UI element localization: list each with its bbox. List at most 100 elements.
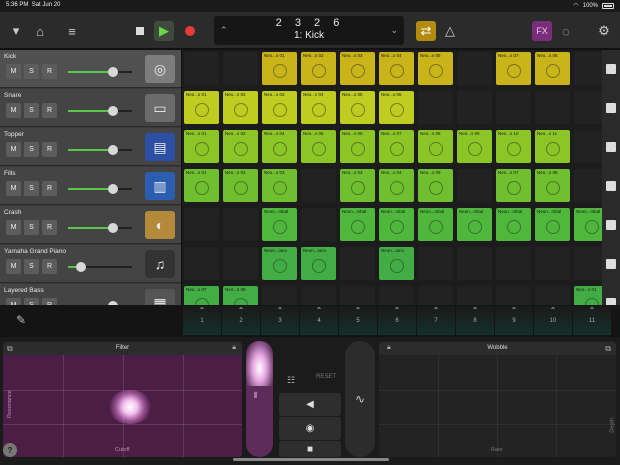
loop-cell[interactable]: Neo...s 05 — [418, 52, 453, 85]
row-trigger-button[interactable] — [606, 64, 616, 74]
track-header[interactable]: Topper M S R ▤ — [0, 128, 181, 166]
loop-cell[interactable]: Neo...s 03 — [262, 91, 297, 124]
loop-cell[interactable]: Neo...s 07 — [184, 286, 219, 305]
record-button[interactable] — [180, 21, 200, 41]
column-trigger[interactable]: ⌃ 7 — [417, 306, 455, 335]
snare-drum-icon[interactable]: ▭ — [145, 94, 175, 122]
volume-slider[interactable] — [68, 262, 132, 272]
loop-cell[interactable]: Neo...s 08 — [535, 169, 570, 202]
solo-button[interactable]: S — [24, 142, 39, 157]
row-trigger-button[interactable] — [606, 142, 616, 152]
mute-button[interactable]: M — [6, 64, 21, 79]
scratch-button[interactable]: ◉ — [279, 417, 341, 440]
empty-cell[interactable] — [496, 247, 531, 280]
volume-knob[interactable] — [75, 262, 86, 272]
metronome-icon[interactable]: △ — [440, 21, 460, 41]
mute-button[interactable]: M — [6, 103, 21, 118]
lock-icon[interactable]: 🔒︎ — [232, 344, 236, 352]
volume-knob[interactable] — [107, 184, 118, 194]
chevron-down-icon[interactable]: ⌄ — [390, 25, 398, 36]
empty-cell[interactable] — [535, 286, 570, 305]
loop-cell[interactable]: Neo...s 02 — [223, 169, 258, 202]
empty-cell[interactable] — [574, 91, 602, 124]
solo-button[interactable]: S — [24, 220, 39, 235]
loop-button[interactable]: ⇄ — [416, 21, 436, 41]
column-trigger[interactable]: ⌃ 5 — [339, 306, 377, 335]
empty-cell[interactable] — [184, 247, 219, 280]
loop-cell[interactable]: Neo...s 02 — [223, 91, 258, 124]
empty-cell[interactable] — [184, 52, 219, 85]
solo-button[interactable]: S — [24, 103, 39, 118]
wave-selector[interactable]: ∿ — [345, 341, 375, 457]
browser-icon[interactable]: ⌂ — [30, 21, 50, 41]
empty-cell[interactable] — [418, 286, 453, 305]
loop-cell[interactable]: Neo...s 08 — [535, 52, 570, 85]
empty-cell[interactable] — [574, 247, 602, 280]
loop-cell[interactable]: Neon...iano — [262, 247, 297, 280]
loop-cell[interactable]: Neon...mbal — [418, 208, 453, 241]
lcd-display[interactable]: ⌃ 2 3 2 6 1: Kick ⌄ — [214, 16, 404, 45]
loop-cell[interactable]: Neo...s 02 — [223, 130, 258, 163]
empty-cell[interactable] — [262, 286, 297, 305]
drum-kit-icon[interactable]: ◎ — [145, 55, 175, 83]
loop-cell[interactable]: Neo...s 06 — [379, 91, 414, 124]
loop-cell[interactable]: Neon...iano — [301, 247, 336, 280]
lock-icon[interactable]: 🔒︎ — [387, 344, 391, 352]
empty-cell[interactable] — [418, 247, 453, 280]
loop-cell[interactable]: Neo...s 03 — [262, 169, 297, 202]
loop-cell[interactable]: Neo...s 05 — [301, 130, 336, 163]
column-trigger[interactable]: ⌃ 1 — [183, 306, 221, 335]
loop-cell[interactable]: Neo...s 07 — [496, 169, 531, 202]
wobble-xy-pad[interactable]: Wobble 🔒︎ ⧉ Depth Rate — [379, 342, 616, 457]
empty-cell[interactable] — [340, 247, 375, 280]
loop-cell[interactable]: Neo...s 01 — [184, 91, 219, 124]
empty-cell[interactable] — [574, 169, 602, 202]
empty-cell[interactable] — [496, 91, 531, 124]
mute-button[interactable]: M — [6, 181, 21, 196]
empty-cell[interactable] — [496, 286, 531, 305]
reset-button[interactable]: RESET — [316, 374, 336, 380]
cymbal-icon[interactable]: ◐ — [145, 211, 175, 239]
loop-cell[interactable]: Neo...s 01 — [262, 52, 297, 85]
loop-cell[interactable]: Neo...s 11 — [535, 130, 570, 163]
volume-knob[interactable] — [107, 223, 118, 233]
column-trigger[interactable]: ⌃ 4 — [300, 306, 338, 335]
mixer-icon[interactable]: ≡ — [62, 21, 82, 41]
loop-cell[interactable]: Neo...s 08 — [223, 286, 258, 305]
loop-cell[interactable]: Neo...s 05 — [418, 169, 453, 202]
volume-knob[interactable] — [107, 145, 118, 155]
edit-icon[interactable]: ✎ — [16, 313, 26, 327]
loop-cell[interactable]: Neo...s 01 — [574, 286, 602, 305]
loop-cell[interactable]: Neo...s 04 — [301, 91, 336, 124]
empty-cell[interactable] — [418, 91, 453, 124]
record-enable-button[interactable]: R — [42, 181, 57, 196]
solo-button[interactable]: S — [24, 259, 39, 274]
volume-slider[interactable] — [68, 67, 132, 77]
column-trigger[interactable]: ⌃ 2 — [222, 306, 260, 335]
column-trigger[interactable]: ⌃ 11 — [573, 306, 611, 335]
track-header[interactable]: Snare M S R ▭ — [0, 89, 181, 127]
loop-cell[interactable]: Neo...s 10 — [496, 130, 531, 163]
solo-button[interactable]: S — [24, 64, 39, 79]
record-enable-button[interactable]: R — [42, 64, 57, 79]
empty-cell[interactable] — [457, 169, 492, 202]
empty-cell[interactable] — [457, 247, 492, 280]
record-enable-button[interactable]: R — [42, 142, 57, 157]
play-button[interactable]: ▶ — [154, 21, 174, 41]
empty-cell[interactable] — [457, 52, 492, 85]
empty-cell[interactable] — [574, 130, 602, 163]
volume-slider[interactable] — [68, 145, 132, 155]
loop-cell[interactable]: Neon...mbal — [262, 208, 297, 241]
empty-cell[interactable] — [301, 286, 336, 305]
fx-button[interactable]: FX — [532, 21, 552, 41]
loop-browser-icon[interactable]: ◌ — [556, 21, 576, 41]
empty-cell[interactable] — [574, 52, 602, 85]
empty-cell[interactable] — [340, 286, 375, 305]
empty-cell[interactable] — [223, 52, 258, 85]
record-enable-button[interactable]: R — [42, 103, 57, 118]
mute-button[interactable]: M — [6, 259, 21, 274]
stop-button[interactable] — [130, 21, 150, 41]
track-header[interactable]: Crash M S R ◐ — [0, 206, 181, 244]
sliders-icon[interactable]: ☷ — [287, 375, 295, 386]
grand-piano-icon[interactable]: ♫ — [145, 250, 175, 278]
